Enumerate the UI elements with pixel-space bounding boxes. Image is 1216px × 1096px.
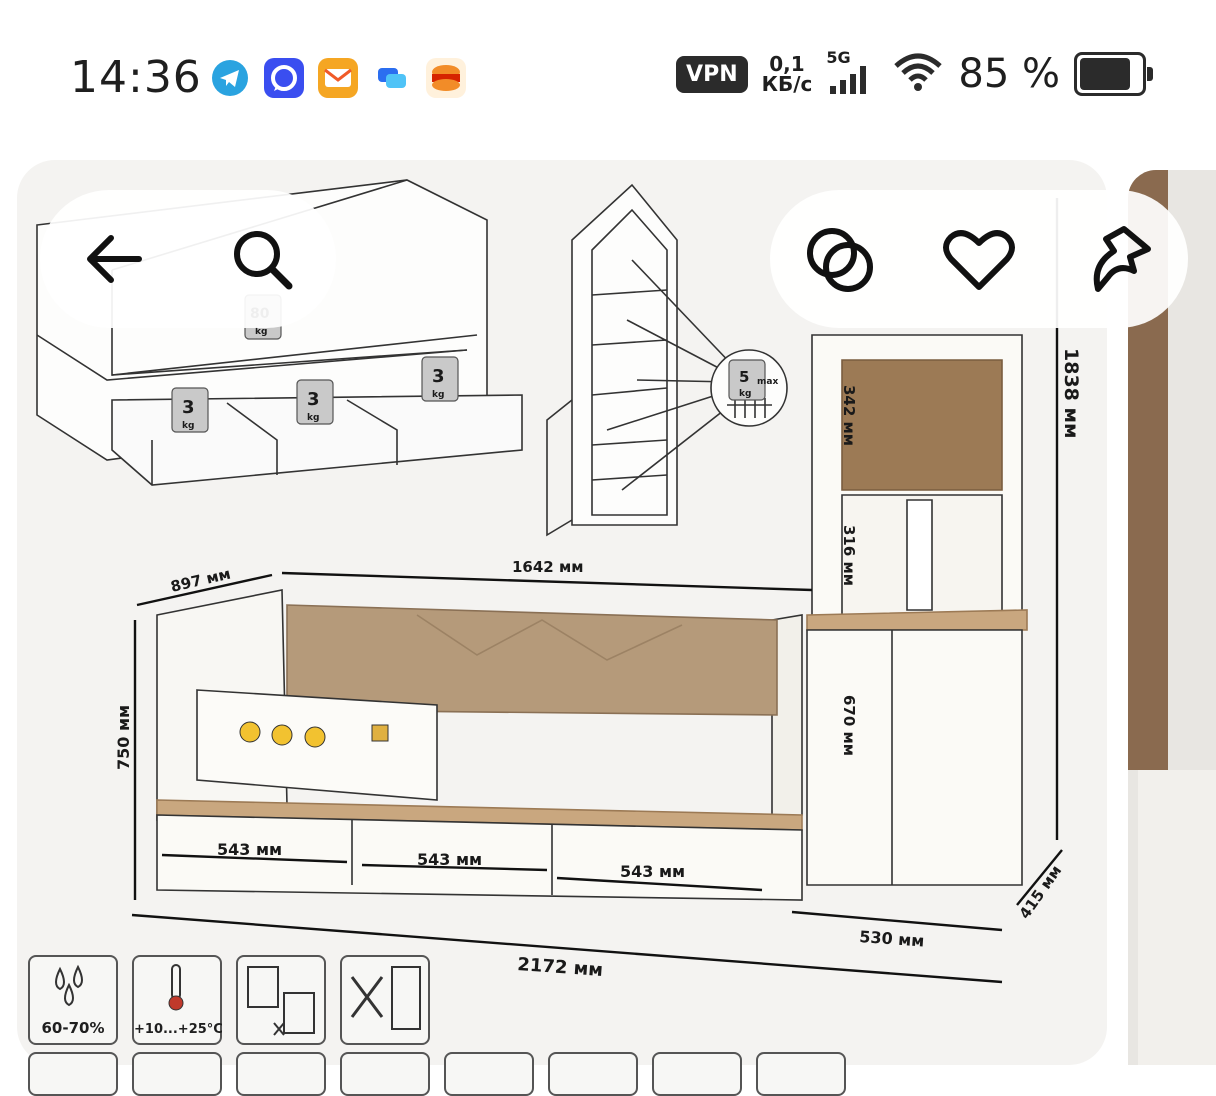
care-icon-12	[756, 1052, 846, 1096]
care-icon-11	[652, 1052, 742, 1096]
wifi-icon	[892, 50, 944, 98]
messenger-icon	[264, 58, 304, 98]
burger-king-icon	[426, 58, 466, 98]
dim-cabinet-height: 1838 мм	[1060, 348, 1082, 439]
battery-percent: 85 %	[958, 51, 1060, 97]
temperature-label: +10...+25°C	[134, 1022, 223, 1037]
weight-drawer-3-unit: kg	[432, 390, 444, 400]
telegram-icon	[210, 58, 250, 98]
similar-button[interactable]	[796, 215, 884, 303]
arrow-left-icon	[87, 235, 142, 283]
dim-cabinet-lower: 670 мм	[840, 695, 858, 756]
battery-fill	[1080, 58, 1131, 90]
network-speed: 0,1 КБ/с	[762, 54, 813, 94]
right-controls	[770, 190, 1188, 328]
care-icon-5	[28, 1052, 118, 1096]
dim-shelf-mid: 316 мм	[840, 525, 858, 586]
status-bar: 14:36 VPN 0,1 КБ/с 5G 85 %	[0, 0, 1216, 150]
dim-cabinet-width: 530 мм	[859, 927, 925, 950]
share-arrow-icon	[1094, 226, 1152, 292]
status-time: 14:36	[70, 52, 202, 103]
back-button[interactable]	[70, 215, 158, 303]
temperature-icon: +10...+25°C	[132, 955, 223, 1045]
weight-drawer-1: 3	[182, 397, 195, 418]
battery-cap	[1147, 67, 1153, 81]
weight-drawer-3: 3	[432, 366, 445, 387]
battery-icon	[1074, 52, 1153, 96]
speed-unit: КБ/с	[761, 72, 813, 96]
left-controls	[40, 190, 336, 328]
no-water-icon	[340, 955, 430, 1045]
care-icons: 60-70% +10...+25°C	[28, 955, 430, 1045]
dim-drawer-1: 543 мм	[217, 840, 282, 859]
dim-cabinet-depth: 415 мм	[1016, 862, 1066, 922]
care-icon-10	[548, 1052, 638, 1096]
dim-bed-length: 1642 мм	[512, 558, 584, 576]
system-status: VPN 0,1 КБ/с 5G 85 %	[676, 48, 1153, 98]
weight-drawer-2-unit: kg	[307, 413, 319, 423]
dim-shelf-top: 342 мм	[840, 385, 858, 446]
dim-drawer-2: 543 мм	[417, 850, 482, 869]
weight-shelf-unit: kg	[739, 389, 751, 399]
care-icon-6	[132, 1052, 222, 1096]
signal-icon: 5G	[826, 48, 878, 96]
weight-bed-top-unit: kg	[255, 327, 267, 337]
notification-icons	[210, 58, 466, 98]
share-button[interactable]	[1074, 215, 1162, 303]
humidity-icon: 60-70%	[28, 955, 118, 1045]
humidity-label: 60-70%	[41, 1019, 105, 1037]
search-icon	[234, 231, 293, 290]
overlapping-circles-icon	[806, 228, 873, 292]
dim-total-width: 2172 мм	[517, 954, 604, 981]
care-icon-9	[444, 1052, 534, 1096]
weight-shelf-max: max	[757, 377, 778, 387]
mail-icon	[318, 58, 358, 98]
assembly-icon	[236, 955, 326, 1045]
vpn-badge: VPN	[676, 55, 748, 93]
heart-icon	[943, 230, 1015, 290]
care-icons-row-2	[28, 1052, 846, 1096]
weight-drawer-2: 3	[307, 389, 320, 410]
speed-value: 0,1	[769, 52, 805, 76]
dim-bed-height: 750 мм	[114, 705, 133, 770]
dim-drawer-3: 543 мм	[620, 862, 685, 881]
weight-drawer-1-unit: kg	[182, 421, 194, 431]
peek-drawer	[1138, 770, 1216, 1065]
care-icon-7	[236, 1052, 326, 1096]
care-icon-8	[340, 1052, 430, 1096]
search-button[interactable]	[218, 215, 306, 303]
favorite-button[interactable]	[935, 215, 1023, 303]
weight-shelf: 5	[739, 368, 749, 386]
chat-icon	[372, 58, 412, 98]
